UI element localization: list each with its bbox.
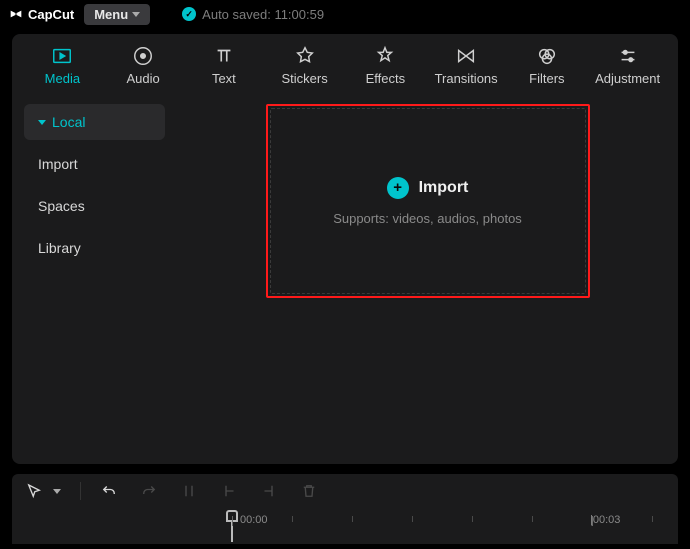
main-panel: Media Audio Text Stickers Effects Transi… — [12, 34, 678, 464]
split-icon — [180, 482, 198, 500]
plus-circle-icon: + — [387, 177, 409, 199]
autosave-status: ✓ Auto saved: 11:00:59 — [182, 7, 324, 22]
sidebar-item-spaces[interactable]: Spaces — [24, 188, 165, 224]
import-dropzone[interactable]: + Import Supports: videos, audios, photo… — [266, 104, 590, 298]
ruler-track: 00:00 |00:03 — [212, 508, 678, 544]
app-logo: CapCut — [8, 6, 74, 22]
delete-button[interactable] — [297, 479, 321, 503]
tab-transitions[interactable]: Transitions — [426, 34, 507, 96]
selection-tool-dropdown[interactable] — [50, 479, 64, 503]
time-label-1: |00:03 — [590, 514, 620, 526]
trim-right-icon — [260, 482, 278, 500]
capcut-logo-icon — [8, 6, 24, 22]
media-icon — [51, 45, 73, 67]
chevron-down-icon — [53, 489, 61, 494]
category-tabs: Media Audio Text Stickers Effects Transi… — [12, 34, 678, 96]
time-label-0: 00:00 — [240, 514, 268, 526]
redo-icon — [140, 482, 158, 500]
split-button[interactable] — [177, 479, 201, 503]
redo-button[interactable] — [137, 479, 161, 503]
app-name: CapCut — [28, 7, 74, 22]
trim-left-button[interactable] — [217, 479, 241, 503]
expand-triangle-icon — [38, 120, 46, 125]
cursor-icon — [25, 482, 43, 500]
tab-audio[interactable]: Audio — [103, 34, 184, 96]
tab-stickers[interactable]: Stickers — [264, 34, 345, 96]
import-label: Import — [419, 179, 469, 197]
stickers-icon — [294, 45, 316, 67]
adjustment-icon — [617, 45, 639, 67]
check-circle-icon: ✓ — [182, 7, 196, 21]
timeline-ruler[interactable]: 00:00 |00:03 — [12, 508, 678, 544]
effects-icon — [374, 45, 396, 67]
tab-filters[interactable]: Filters — [507, 34, 588, 96]
menu-label: Menu — [94, 7, 128, 22]
autosave-text: Auto saved: 11:00:59 — [202, 7, 324, 22]
import-subtext: Supports: videos, audios, photos — [333, 211, 522, 226]
drop-region: + Import Supports: videos, audios, photo… — [177, 96, 678, 464]
media-sidebar: Local Import Spaces Library — [12, 96, 177, 464]
chevron-down-icon — [132, 12, 140, 17]
timeline-toolbar — [12, 474, 678, 508]
trash-icon — [300, 482, 318, 500]
filters-icon — [536, 45, 558, 67]
trim-right-button[interactable] — [257, 479, 281, 503]
text-icon — [213, 45, 235, 67]
sidebar-item-local[interactable]: Local — [24, 104, 165, 140]
trim-left-icon — [220, 482, 238, 500]
audio-icon — [132, 45, 154, 67]
import-row: + Import — [387, 177, 469, 199]
sidebar-item-library[interactable]: Library — [24, 230, 165, 266]
transitions-icon — [455, 45, 477, 67]
menu-button[interactable]: Menu — [84, 4, 150, 25]
tab-media[interactable]: Media — [22, 34, 103, 96]
selection-tool-button[interactable] — [22, 479, 46, 503]
sidebar-item-import[interactable]: Import — [24, 146, 165, 182]
separator — [80, 482, 81, 500]
undo-button[interactable] — [97, 479, 121, 503]
tab-text[interactable]: Text — [184, 34, 265, 96]
tab-effects[interactable]: Effects — [345, 34, 426, 96]
tab-adjustment[interactable]: Adjustment — [587, 34, 668, 96]
undo-icon — [100, 482, 118, 500]
playhead[interactable] — [226, 510, 238, 542]
